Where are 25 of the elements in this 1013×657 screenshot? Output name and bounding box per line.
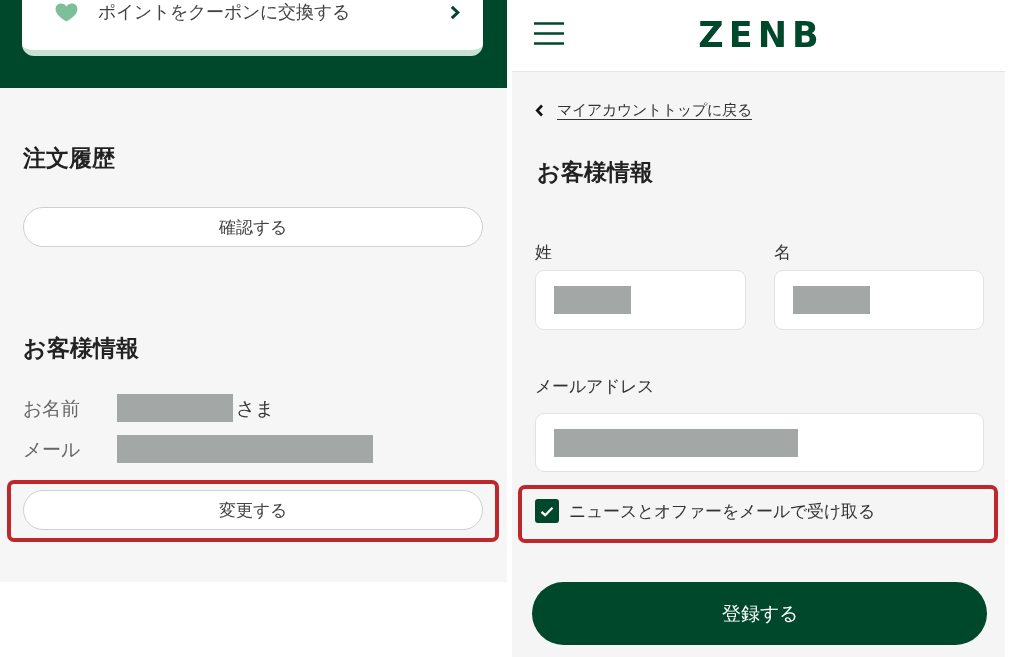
input-field[interactable] <box>535 270 746 330</box>
field-label: お名前 <box>23 396 81 421</box>
change-button[interactable]: 変更する <box>23 490 483 530</box>
section-heading: 注文履歴 <box>23 144 115 173</box>
menu-icon[interactable] <box>534 22 564 45</box>
chevron-right-icon <box>450 5 460 20</box>
field-label: メール <box>23 437 81 462</box>
name-suffix: さま <box>236 396 274 421</box>
page-heading: お客様情報 <box>537 158 653 187</box>
logo[interactable]: ZENB <box>693 14 824 55</box>
checkmark-icon <box>540 505 554 517</box>
chevron-left-icon <box>535 103 544 117</box>
back-link[interactable]: マイアカウントトップに戻る <box>535 100 752 120</box>
field-label: 姓 <box>535 242 552 264</box>
coupon-exchange-link[interactable]: ポイントをクーポンに交換する <box>22 0 483 56</box>
heart-icon <box>55 3 78 22</box>
input-field[interactable] <box>535 413 984 472</box>
register-button[interactable]: 登録する <box>532 582 987 645</box>
section-heading: お客様情報 <box>23 334 139 363</box>
confirm-button[interactable]: 確認する <box>23 207 483 247</box>
checkbox-label: ニュースとオファーをメールで受け取る <box>569 500 875 523</box>
field-label: 名 <box>773 242 791 264</box>
checkbox[interactable] <box>535 499 559 523</box>
input-field[interactable] <box>773 270 984 330</box>
field-label: メールアドレス <box>535 376 654 398</box>
